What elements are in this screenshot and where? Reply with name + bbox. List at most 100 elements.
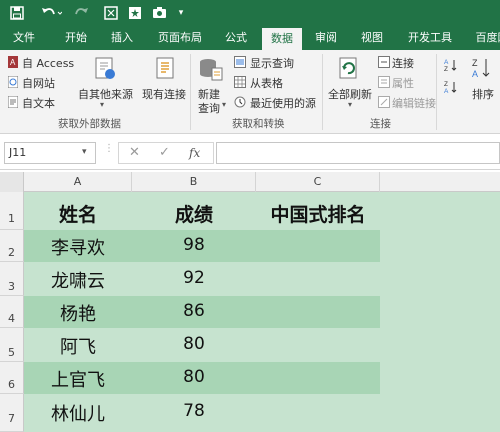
cell-name[interactable]: 上官飞 bbox=[24, 366, 132, 392]
sort-icon: ZA bbox=[470, 56, 496, 85]
svg-text:A: A bbox=[444, 88, 449, 94]
column-header-a[interactable]: A bbox=[24, 172, 132, 192]
row-header[interactable]: 3 bbox=[0, 262, 24, 296]
tab-baidu[interactable]: 百度网 bbox=[468, 26, 500, 50]
redo-icon[interactable] bbox=[70, 3, 96, 23]
tab-developer[interactable]: 开发工具 bbox=[400, 26, 460, 50]
cell-score[interactable]: 86 bbox=[132, 301, 256, 321]
ribbon-data: A 自 Access 自网站 自文本 自其他来源 ▾ 现有连接 获取外部数据 新… bbox=[0, 50, 500, 134]
existing-connections-icon bbox=[152, 56, 178, 85]
camera-icon[interactable] bbox=[150, 3, 168, 23]
form-icon[interactable] bbox=[102, 3, 120, 23]
row-header[interactable]: 7 bbox=[0, 394, 24, 432]
other-sources-caret: ▾ bbox=[100, 100, 105, 109]
edit-links-button[interactable]: 编辑链接 bbox=[392, 95, 436, 111]
web-icon bbox=[7, 75, 19, 91]
cell-score[interactable]: 92 bbox=[132, 268, 256, 288]
ribbon-separator bbox=[322, 54, 323, 130]
refresh-all-icon bbox=[336, 56, 362, 85]
cell-name[interactable]: 阿飞 bbox=[24, 333, 132, 359]
existing-connections-button[interactable]: 现有连接 bbox=[142, 86, 186, 102]
sort-az-icon: AZ bbox=[444, 58, 458, 75]
connections-button[interactable]: 连接 bbox=[392, 55, 414, 71]
cell-name[interactable]: 李寻欢 bbox=[24, 234, 132, 260]
tab-formulas[interactable]: 公式 bbox=[218, 26, 254, 50]
cell-score[interactable]: 80 bbox=[132, 334, 256, 354]
show-queries-icon bbox=[234, 56, 246, 71]
customize-qat-icon[interactable]: ▾ bbox=[174, 3, 188, 23]
group-label-get-external: 获取外部数据 bbox=[58, 118, 121, 130]
header-score[interactable]: 成绩 bbox=[132, 200, 256, 227]
tab-review[interactable]: 审阅 bbox=[308, 26, 344, 50]
ribbon-separator bbox=[436, 54, 437, 130]
group-label-get-transform: 获取和转换 bbox=[232, 118, 285, 130]
cell-name[interactable]: 龙啸云 bbox=[24, 267, 132, 293]
quick-access-toolbar: ▾ bbox=[0, 0, 500, 26]
text-file-icon bbox=[7, 95, 19, 111]
recent-sources-button[interactable]: 最近使用的源 bbox=[250, 95, 316, 111]
tab-file[interactable]: 文件 bbox=[6, 26, 42, 50]
refresh-all-caret: ▾ bbox=[348, 100, 353, 109]
connections-icon bbox=[378, 56, 390, 71]
edit-links-icon bbox=[378, 96, 390, 111]
svg-text:Z: Z bbox=[472, 58, 478, 68]
worksheet-grid[interactable]: A B C 1 2 3 4 5 6 7 姓名 成绩 中国式排名 李寻欢 98 龙… bbox=[0, 172, 500, 432]
from-access-button[interactable]: 自 Access bbox=[22, 55, 74, 71]
tab-insert[interactable]: 插入 bbox=[104, 26, 140, 50]
svg-text:A: A bbox=[444, 59, 449, 66]
from-table-button[interactable]: 从表格 bbox=[250, 75, 283, 91]
tab-page-layout[interactable]: 页面布局 bbox=[150, 26, 210, 50]
cell-name[interactable]: 林仙儿 bbox=[24, 400, 132, 426]
recent-sources-icon bbox=[234, 96, 246, 111]
column-headers: A B C bbox=[0, 172, 500, 192]
row-header[interactable]: 4 bbox=[0, 296, 24, 328]
properties-button[interactable]: 属性 bbox=[392, 75, 414, 91]
select-all-corner[interactable] bbox=[0, 172, 24, 192]
cell-score[interactable]: 80 bbox=[132, 367, 256, 387]
row-header[interactable]: 6 bbox=[0, 362, 24, 394]
column-header-b[interactable]: B bbox=[132, 172, 256, 192]
cancel-icon[interactable]: ✕ bbox=[129, 145, 140, 160]
undo-icon[interactable] bbox=[38, 3, 64, 23]
cell-name[interactable]: 杨艳 bbox=[24, 300, 132, 326]
properties-icon bbox=[378, 76, 390, 91]
star-icon[interactable] bbox=[126, 3, 144, 23]
formula-buttons: ✕ ✓ fx bbox=[118, 142, 214, 164]
new-query-label-2: 查询 bbox=[198, 102, 220, 115]
save-icon[interactable] bbox=[8, 3, 26, 23]
from-text-button[interactable]: 自文本 bbox=[22, 95, 55, 111]
from-other-sources-button[interactable]: 自其他来源 bbox=[78, 86, 133, 102]
svg-text:A: A bbox=[10, 58, 16, 67]
header-name[interactable]: 姓名 bbox=[24, 200, 132, 227]
ribbon-tabs: 文件 开始 插入 页面布局 公式 数据 审阅 视图 开发工具 百度网 bbox=[0, 26, 500, 50]
row-header[interactable]: 2 bbox=[0, 230, 24, 262]
show-queries-button[interactable]: 显示查询 bbox=[250, 55, 294, 71]
column-header-c[interactable]: C bbox=[256, 172, 380, 192]
tab-data[interactable]: 数据 bbox=[262, 28, 302, 50]
formula-input[interactable] bbox=[216, 142, 500, 164]
insert-function-icon[interactable]: fx bbox=[189, 146, 200, 160]
formula-bar-grip-icon: ⋮ bbox=[104, 143, 114, 154]
ribbon-separator bbox=[190, 54, 191, 130]
name-box-caret-icon[interactable]: ▾ bbox=[82, 142, 87, 162]
row-header[interactable]: 5 bbox=[0, 328, 24, 362]
cell-score[interactable]: 78 bbox=[132, 401, 256, 421]
tab-home[interactable]: 开始 bbox=[58, 26, 94, 50]
enter-icon[interactable]: ✓ bbox=[159, 145, 170, 160]
tab-view[interactable]: 视图 bbox=[354, 26, 390, 50]
row-header[interactable]: 1 bbox=[0, 192, 24, 230]
from-web-button[interactable]: 自网站 bbox=[22, 75, 55, 91]
group-label-connections: 连接 bbox=[370, 118, 391, 130]
sort-button[interactable]: 排序 bbox=[472, 86, 494, 102]
header-rank[interactable]: 中国式排名 bbox=[256, 200, 380, 227]
svg-text:Z: Z bbox=[444, 66, 448, 72]
formula-bar: J11 ▾ ⋮ ✕ ✓ fx bbox=[0, 136, 500, 170]
sort-za-icon: ZA bbox=[444, 80, 458, 97]
other-sources-icon bbox=[92, 56, 118, 85]
cell-score[interactable]: 98 bbox=[132, 235, 256, 255]
svg-text:A: A bbox=[472, 69, 478, 79]
new-query-caret: ▾ bbox=[222, 100, 227, 109]
new-query-icon bbox=[198, 56, 224, 85]
access-icon: A bbox=[8, 56, 18, 71]
svg-text:Z: Z bbox=[444, 81, 448, 88]
